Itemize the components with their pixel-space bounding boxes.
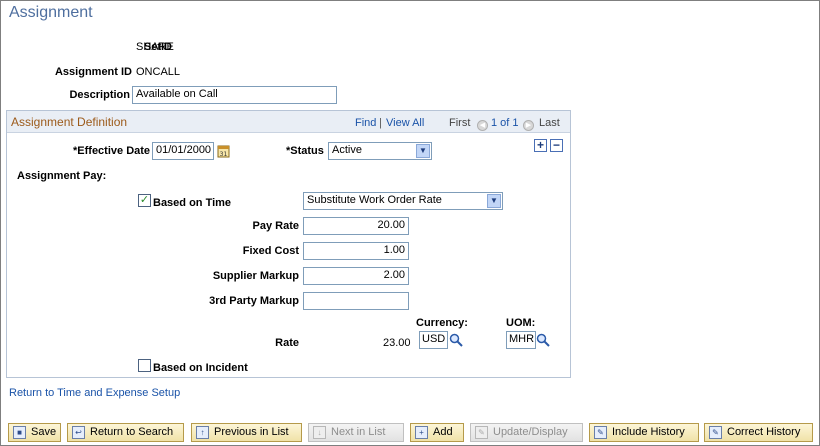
row-position: 1 of 1 bbox=[491, 117, 519, 129]
lookup-icon[interactable] bbox=[536, 333, 550, 347]
rate-label: Rate bbox=[275, 337, 299, 349]
update-display-icon: ✎ bbox=[475, 426, 488, 439]
return-search-icon: ↩ bbox=[72, 426, 85, 439]
toolbar: ■ Save ↩ Return to Search ↑ Previous in … bbox=[0, 420, 820, 446]
uom-label: UOM: bbox=[506, 317, 536, 329]
pay-rate-label: Pay Rate bbox=[252, 220, 299, 232]
delete-row-icon[interactable]: − bbox=[550, 139, 563, 152]
last-label[interactable]: Last bbox=[539, 117, 560, 129]
return-to-search-label: Return to Search bbox=[90, 426, 174, 438]
correct-history-icon: ✎ bbox=[709, 426, 722, 439]
supplier-markup-field[interactable]: 2.00 bbox=[303, 267, 409, 285]
description-label: Description bbox=[69, 89, 130, 101]
currency-label: Currency: bbox=[416, 317, 468, 329]
assignment-id-label: Assignment ID bbox=[54, 66, 132, 78]
pay-rate-field[interactable]: 20.00 bbox=[303, 217, 409, 235]
view-all-link[interactable]: View All bbox=[386, 117, 424, 129]
page-title: Assignment bbox=[9, 4, 93, 21]
rate-type-value: Substitute Work Order Rate bbox=[307, 194, 442, 206]
previous-list-icon: ↑ bbox=[196, 426, 209, 439]
chevron-down-icon: ▼ bbox=[487, 194, 501, 208]
rate-value: 23.00 bbox=[383, 337, 411, 349]
first-label[interactable]: First bbox=[449, 117, 470, 129]
previous-arrow-icon[interactable]: ◀ bbox=[477, 116, 488, 131]
currency-field[interactable]: USD bbox=[419, 331, 448, 349]
based-on-incident-label: Based on Incident bbox=[153, 362, 248, 374]
effective-date-field[interactable]: 01/01/2000 bbox=[152, 142, 214, 160]
status-select-value: Active bbox=[332, 144, 362, 156]
based-on-time-label: Based on Time bbox=[153, 197, 232, 209]
fixed-cost-field[interactable]: 1.00 bbox=[303, 242, 409, 260]
chevron-down-icon: ▼ bbox=[416, 144, 430, 158]
correct-history-label: Correct History bbox=[727, 426, 801, 438]
svg-text:31: 31 bbox=[220, 151, 228, 158]
group-header: Assignment Definition Find | View All Fi… bbox=[7, 111, 570, 133]
include-history-button[interactable]: ✎ Include History bbox=[589, 423, 699, 442]
based-on-incident-checkbox[interactable] bbox=[138, 359, 151, 372]
return-to-search-button[interactable]: ↩ Return to Search bbox=[67, 423, 184, 442]
correct-history-button[interactable]: ✎ Correct History bbox=[704, 423, 813, 442]
save-icon: ■ bbox=[13, 426, 26, 439]
previous-in-list-button[interactable]: ↑ Previous in List bbox=[191, 423, 302, 442]
based-on-time-checkbox[interactable]: ✓ bbox=[138, 194, 151, 207]
setid-value: SHARE bbox=[136, 41, 174, 53]
save-button[interactable]: ■ Save bbox=[8, 423, 61, 442]
uom-field[interactable]: MHR bbox=[506, 331, 536, 349]
save-button-label: Save bbox=[31, 426, 57, 438]
next-list-icon: ↓ bbox=[313, 426, 326, 439]
next-arrow-icon[interactable]: ▶ bbox=[523, 116, 534, 131]
calendar-icon[interactable]: 31 bbox=[217, 144, 231, 158]
next-in-list-button[interactable]: ↓ Next in List bbox=[308, 423, 404, 442]
update-display-button[interactable]: ✎ Update/Display bbox=[470, 423, 583, 442]
assignment-pay-label: Assignment Pay: bbox=[17, 170, 107, 182]
add-button-label: Add bbox=[433, 426, 453, 438]
fixed-cost-label: Fixed Cost bbox=[242, 245, 299, 257]
add-button[interactable]: + Add bbox=[410, 423, 464, 442]
add-icon: + bbox=[415, 426, 428, 439]
assignment-id-value: ONCALL bbox=[136, 66, 181, 78]
update-display-label: Update/Display bbox=[493, 426, 568, 438]
effective-date-label: *Effective Date bbox=[73, 145, 151, 157]
third-party-markup-label: 3rd Party Markup bbox=[209, 295, 299, 307]
nav-separator: | bbox=[379, 117, 382, 129]
assignment-definition-group: Assignment Definition Find | View All Fi… bbox=[6, 110, 571, 378]
lookup-icon[interactable] bbox=[449, 333, 463, 347]
rate-type-select[interactable]: Substitute Work Order Rate ▼ bbox=[303, 192, 503, 210]
find-link[interactable]: Find bbox=[355, 117, 376, 129]
previous-in-list-label: Previous in List bbox=[214, 426, 289, 438]
description-field[interactable]: Available on Call bbox=[132, 86, 337, 104]
status-label: *Status bbox=[286, 145, 324, 157]
third-party-markup-field[interactable] bbox=[303, 292, 409, 310]
include-history-icon: ✎ bbox=[594, 426, 607, 439]
return-to-setup-link[interactable]: Return to Time and Expense Setup bbox=[9, 387, 180, 399]
include-history-label: Include History bbox=[612, 426, 685, 438]
status-select[interactable]: Active ▼ bbox=[328, 142, 432, 160]
supplier-markup-label: Supplier Markup bbox=[212, 270, 299, 282]
group-title: Assignment Definition bbox=[11, 115, 128, 129]
next-in-list-label: Next in List bbox=[331, 426, 386, 438]
add-row-icon[interactable]: + bbox=[534, 139, 547, 152]
